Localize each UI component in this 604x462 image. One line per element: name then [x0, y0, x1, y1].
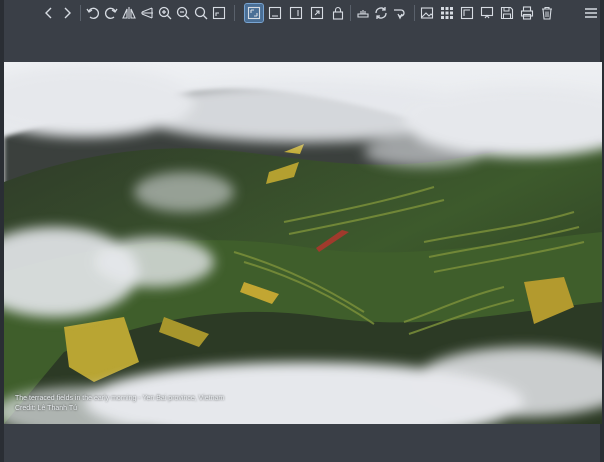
chevron-left-icon[interactable]	[40, 4, 58, 22]
save-icon[interactable]	[498, 4, 516, 22]
image-icon[interactable]	[418, 4, 436, 22]
image-caption: The terraced fields in the early morning…	[15, 394, 224, 414]
crop-icon[interactable]	[354, 4, 372, 22]
fit-width-icon[interactable]	[266, 4, 284, 22]
toolbar-separator	[234, 5, 235, 21]
rotate-left-icon[interactable]	[84, 4, 102, 22]
zoom-in-icon[interactable]	[156, 4, 174, 22]
landscape-photo	[4, 62, 602, 424]
actual-size-icon[interactable]	[458, 4, 476, 22]
fit-window-icon-small[interactable]	[210, 4, 228, 22]
zoom-out-icon[interactable]	[174, 4, 192, 22]
flip-vertical-icon[interactable]	[138, 4, 156, 22]
chevron-right-icon[interactable]	[58, 4, 76, 22]
fit-window-icon[interactable]	[244, 3, 264, 23]
fit-height-icon[interactable]	[287, 4, 305, 22]
rotate-right-icon[interactable]	[102, 4, 120, 22]
toolbar-separator	[80, 5, 81, 21]
slideshow-icon[interactable]	[478, 4, 496, 22]
toolbar-separator	[350, 5, 351, 21]
print-icon[interactable]	[518, 4, 536, 22]
fit-page-icon[interactable]	[308, 4, 326, 22]
toolbar	[4, 0, 600, 26]
redo-icon[interactable]	[390, 4, 408, 22]
image-viewer[interactable]: The terraced fields in the early morning…	[4, 62, 602, 424]
caption-credit: Credit: Lê Thanh Tú	[15, 405, 78, 412]
caption-title: The terraced fields in the early morning…	[15, 395, 225, 402]
lock-icon[interactable]	[329, 4, 347, 22]
zoom-icon[interactable]	[192, 4, 210, 22]
delete-icon[interactable]	[538, 4, 556, 22]
refresh-icon[interactable]	[372, 4, 390, 22]
menu-icon[interactable]	[582, 4, 600, 22]
thumbnails-icon[interactable]	[438, 4, 456, 22]
flip-horizontal-icon[interactable]	[120, 4, 138, 22]
toolbar-separator	[414, 5, 415, 21]
